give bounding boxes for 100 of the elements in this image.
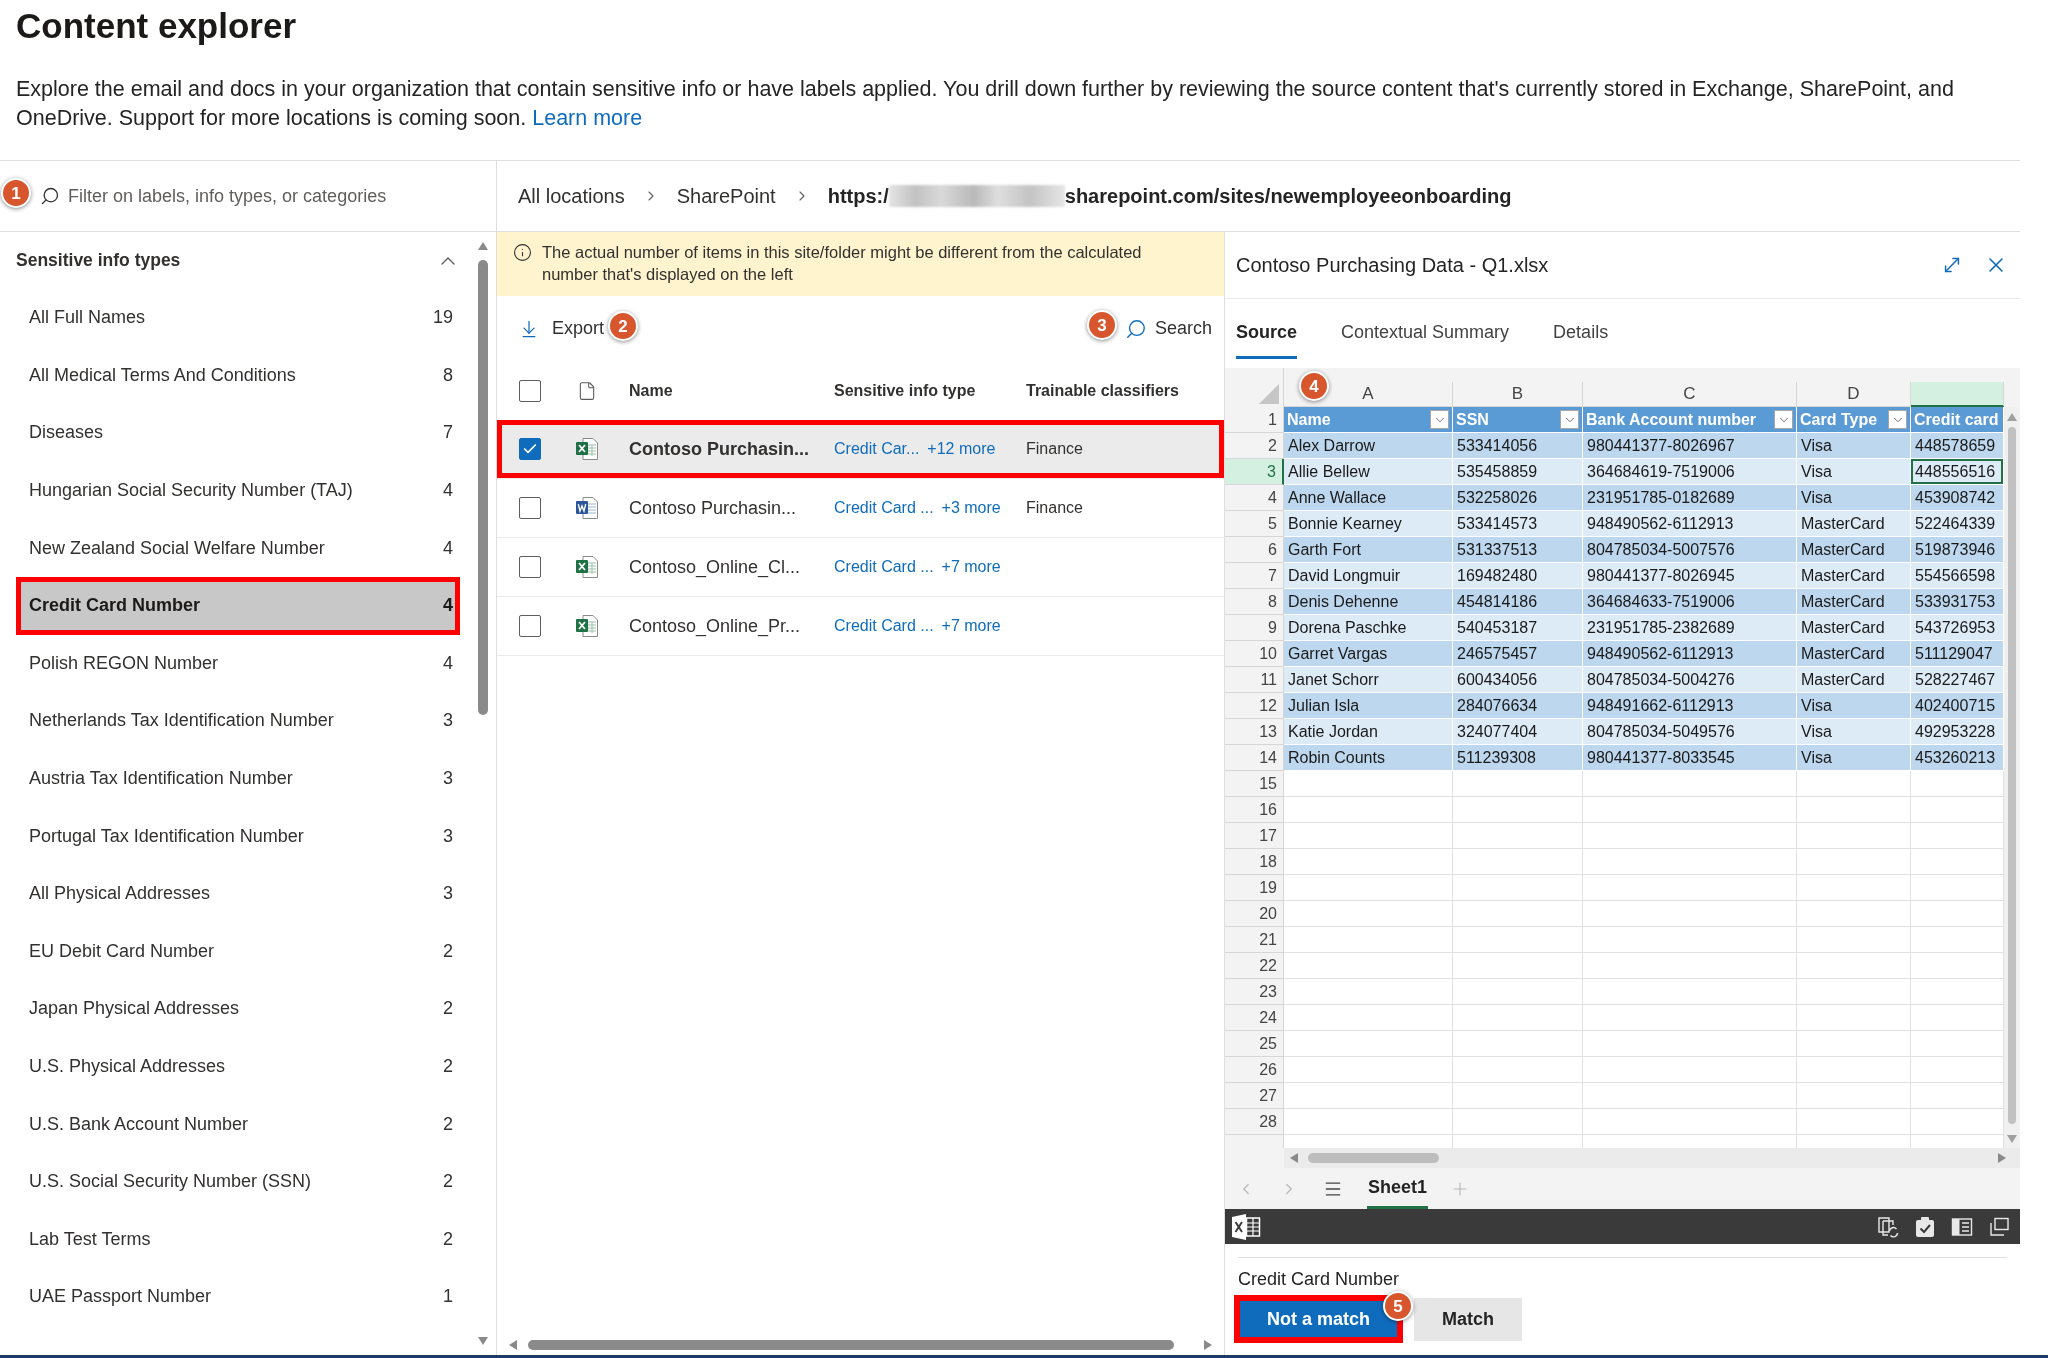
filter-button[interactable] (1560, 410, 1579, 429)
file-type-icon (577, 379, 597, 402)
export-button[interactable]: Export (519, 315, 605, 342)
column-title: Name (1287, 409, 1331, 430)
documents-refresh-icon[interactable] (1877, 1215, 1899, 1238)
scroll-down-icon[interactable] (478, 1337, 488, 1345)
scroll-up-icon[interactable] (2006, 413, 2017, 421)
file-name: Contoso Purchasin... (629, 437, 811, 461)
sidebar-item[interactable]: Diseases 7 (16, 404, 460, 462)
sheet-cell: MasterCard (1797, 511, 1911, 537)
sheet-cell: 533414573 (1453, 511, 1583, 537)
document-file-icon (575, 496, 599, 520)
more-types-link[interactable]: +12 more (927, 437, 996, 461)
search-icon (1124, 317, 1147, 340)
scrollbar-thumb[interactable] (528, 1340, 1174, 1350)
filter-button[interactable] (1888, 410, 1907, 429)
scrollbar-thumb[interactable] (1308, 1153, 1439, 1163)
row-number: 15 (1225, 771, 1284, 797)
sidebar-item[interactable]: Netherlands Tax Identification Number 3 (16, 692, 460, 750)
checkbox[interactable] (519, 615, 541, 637)
sidebar-item[interactable]: Hungarian Social Security Number (TAJ) 4 (16, 461, 460, 520)
preview-title: Contoso Purchasing Data - Q1.xlsx (1236, 253, 1550, 278)
sidebar-item[interactable]: U.S. Bank Account Number 2 (16, 1095, 460, 1153)
learn-more-link[interactable]: Learn more (532, 106, 643, 130)
column-header[interactable]: Trainable classifiers (1026, 378, 1179, 403)
row-number: 21 (1225, 927, 1284, 953)
column-header[interactable] (1911, 382, 2004, 407)
info-type-link[interactable]: Credit Card ... (834, 614, 934, 638)
match-button[interactable]: Match (1414, 1297, 1522, 1341)
row-number: 3 (1225, 459, 1284, 485)
scrollbar-thumb[interactable] (478, 260, 488, 715)
preview-tab[interactable]: Details (1553, 316, 1609, 359)
sheet-cell: Visa (1797, 745, 1911, 771)
sidebar-item[interactable]: All Full Names 19 (16, 289, 460, 347)
sheet-cell: 533931753 (1911, 589, 2004, 615)
filter-button[interactable] (1430, 410, 1449, 429)
file-row[interactable]: Contoso Purchasin... Credit Car... +12 more Finance (497, 420, 1224, 479)
breadcrumb-url-start: https:/ (827, 184, 889, 209)
row-number: 20 (1225, 901, 1284, 927)
sidebar-item[interactable]: U.S. Physical Addresses 2 (16, 1037, 460, 1096)
pop-out-icon[interactable] (1988, 1215, 2010, 1238)
scroll-down-icon[interactable] (2006, 1135, 2017, 1143)
preview-tab[interactable]: Source (1236, 316, 1298, 359)
checkbox[interactable] (519, 497, 541, 519)
row-number: 22 (1225, 953, 1284, 979)
search-icon (40, 186, 60, 206)
page-description: Explore the email and docs in your organization that contain sensitive info or have labels applied. You drill down further by reviewing the source content that's currently stored in Exchange, SharePoint, and OneDrive. Support for more locations is coming soon. Learn more (16, 76, 1955, 132)
row-number: 26 (1225, 1057, 1284, 1083)
checkbox[interactable] (519, 438, 541, 460)
scroll-left-icon[interactable] (509, 1340, 517, 1350)
sidebar-item[interactable]: Polish REGON Number 4 (16, 634, 460, 693)
sidebar-item[interactable]: UAE Passport Number 1 (16, 1268, 460, 1326)
sidebar-item[interactable]: Credit Card Number 4 (16, 576, 460, 635)
sheet-cell: Garth Fort (1284, 537, 1453, 563)
info-type-link[interactable]: Credit Card ... (834, 496, 934, 520)
checkbox[interactable] (519, 556, 541, 578)
more-types-link[interactable]: +7 more (941, 614, 1001, 638)
scroll-right-icon[interactable] (1204, 1340, 1212, 1350)
sidebar-item[interactable]: EU Debit Card Number 2 (16, 922, 460, 981)
sheet-cell: 554566598 (1911, 563, 2004, 589)
search-button[interactable]: Search (1124, 315, 1212, 342)
breadcrumb-link[interactable]: SharePoint (676, 181, 776, 211)
breadcrumb-link[interactable]: All locations (518, 181, 625, 211)
info-type-link[interactable]: Credit Car... (834, 437, 920, 461)
sidebar-item[interactable]: Lab Test Terms 2 (16, 1210, 460, 1269)
scroll-up-icon[interactable] (478, 242, 488, 250)
scroll-left-icon[interactable] (1290, 1153, 1298, 1163)
sheet-cell: 448556516 (1911, 459, 2004, 485)
filter-button[interactable] (1774, 410, 1793, 429)
sidebar-item[interactable]: All Physical Addresses 3 (16, 864, 460, 923)
sidebar-item[interactable]: Japan Physical Addresses 2 (16, 980, 460, 1038)
sidebar-item[interactable]: New Zealand Social Welfare Number 4 (16, 519, 460, 577)
sheet-cell: 543726953 (1911, 615, 2004, 641)
sheet-cell: Visa (1797, 485, 1911, 511)
sheet-cell: 402400715 (1911, 693, 2004, 719)
preview-tab[interactable]: Contextual Summary (1341, 316, 1510, 359)
more-types-link[interactable]: +7 more (941, 555, 1001, 579)
sheet-cell: 948490562-6112913 (1583, 641, 1797, 667)
row-number: 16 (1225, 797, 1284, 823)
column-header[interactable]: Name (629, 378, 834, 403)
more-types-link[interactable]: +3 more (941, 496, 1001, 520)
sidebar-item[interactable]: Austria Tax Identification Number 3 (16, 749, 460, 808)
info-type-link[interactable]: Credit Card ... (834, 555, 934, 579)
side-panel-icon[interactable] (1951, 1215, 1973, 1238)
sheet-cell: 519873946 (1911, 537, 2004, 563)
column-header[interactable]: Sensitive info type (834, 378, 1026, 403)
row-number: 28 (1225, 1109, 1284, 1135)
scrollbar-thumb[interactable] (2007, 427, 2016, 1124)
checkbox[interactable] (519, 379, 541, 402)
breadcrumb-url-end: sharepoint.com/sites/newemployeeonboarding (1064, 184, 1512, 209)
clipboard-check-icon[interactable] (1914, 1215, 1936, 1238)
sheet-cell: Visa (1797, 719, 1911, 745)
sidebar-item[interactable]: All Medical Terms And Conditions 8 (16, 346, 460, 405)
sidebar-item[interactable]: Portugal Tax Identification Number 3 (16, 807, 460, 865)
scroll-right-icon[interactable] (1998, 1153, 2006, 1163)
filter-field[interactable]: Filter on labels, info types, or categories (68, 181, 478, 211)
sheet-cell: 948491662-6112913 (1583, 693, 1797, 719)
sheet-cell: 284076634 (1453, 693, 1583, 719)
sidebar-item[interactable]: U.S. Social Security Number (SSN) 2 (16, 1152, 460, 1211)
sheet-cell: 364684619-7519006 (1583, 459, 1797, 485)
